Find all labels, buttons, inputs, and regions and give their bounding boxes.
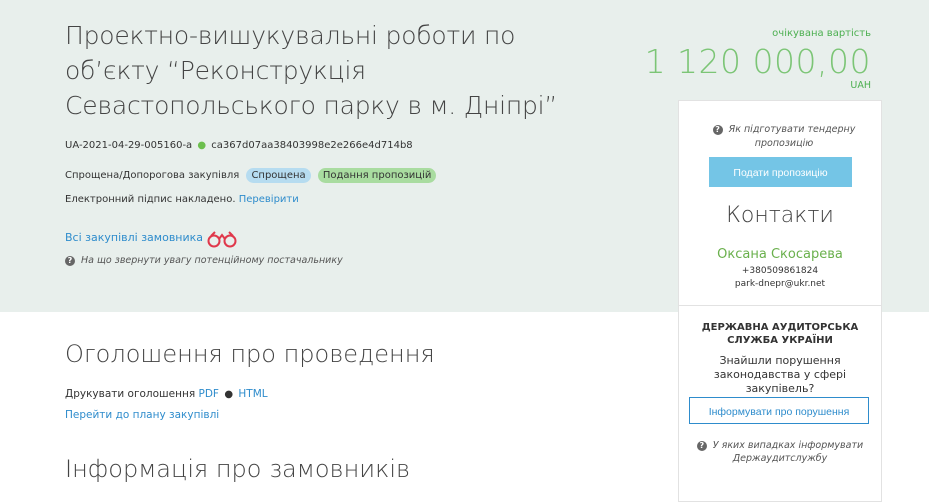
how-to-text: Як підготувати тендерну пропозицію [728, 124, 856, 149]
all-customer-purchases-link[interactable]: Всі закупівлі замовника [65, 231, 203, 244]
procurement-type: Спрощена/Допорогова закупівля [65, 170, 240, 181]
print-label: Друкувати оголошення [65, 388, 196, 400]
tender-hash: ca367d07aa38403998e2e266e4d714b8 [211, 140, 413, 151]
tender-title: Проектно-вишукувальні роботи по об’єкту … [65, 21, 558, 120]
verify-signature-link[interactable]: Перевірити [239, 194, 299, 205]
expected-cost-currency: UAH [850, 80, 871, 91]
contact-email: park-dnepr@ukr.net [734, 279, 826, 289]
binoculars-icon[interactable] [206, 230, 238, 252]
contacts-heading: Контакти [726, 203, 834, 228]
signature-text: Електронний підпис накладено. [65, 194, 236, 205]
question-icon: ? [65, 256, 75, 266]
customers-heading: Інформація про замовників [65, 455, 411, 483]
print-announcement-line: Друкувати оголошення PDF ● HTML [65, 388, 268, 400]
expected-cost-label: очікувана вартість [772, 28, 871, 39]
question-icon: ? [696, 441, 707, 451]
audit-question: Знайшли порушення законодавства у сфері … [713, 354, 847, 395]
attention-text: На що звернути увагу потенційному постач… [81, 255, 343, 266]
procurement-type-line: Спрощена/Допорогова закупівля Спрощена П… [65, 168, 437, 183]
tender-id-line: UA-2021-04-29-005160-a ● ca367d07aa38403… [65, 140, 413, 151]
contact-name: Оксана Скосарева [717, 247, 843, 262]
announcement-heading: Оголошення про проведення [65, 340, 435, 368]
submit-proposal-button[interactable]: Подати пропозицію [709, 157, 852, 187]
print-html-link[interactable]: HTML [238, 388, 267, 400]
signature-line: Електронний підпис накладено. Перевірити [65, 194, 299, 205]
separator-dot-icon: ● [224, 389, 234, 400]
sidebar-panel: ? Як підготувати тендерну пропозицію Пода… [678, 100, 882, 502]
how-to-prepare-hint[interactable]: ? Як підготувати тендерну пропозицію [699, 123, 869, 151]
status-badge: Подання пропозицій [317, 168, 437, 183]
when-to-report-hint[interactable]: ? У яких випадках інформувати Держаудитсл… [679, 439, 881, 465]
report-violation-button[interactable]: Інформувати про порушення [689, 397, 869, 424]
separator-dot-icon: ● [197, 140, 207, 151]
sidebar-divider [679, 305, 881, 306]
type-badge: Спрощена [246, 168, 311, 183]
supplier-attention-hint[interactable]: ? На що звернути увагу потенційному поста… [65, 255, 343, 266]
tender-id: UA-2021-04-29-005160-a [65, 140, 193, 151]
question-icon: ? [712, 125, 723, 135]
expected-cost-value: 1 120 000,00 [644, 42, 871, 81]
audit-service-heading: ДЕРЖАВНА АУДИТОРСЬКА СЛУЖБА УКРАЇНИ [701, 322, 859, 346]
when-report-text: У яких випадках інформувати Держаудитслу… [712, 440, 864, 464]
contact-phone: +380509861824 [741, 266, 819, 276]
procurement-plan-link[interactable]: Перейти до плану закупівлі [65, 409, 219, 421]
print-pdf-link[interactable]: PDF [199, 388, 219, 400]
